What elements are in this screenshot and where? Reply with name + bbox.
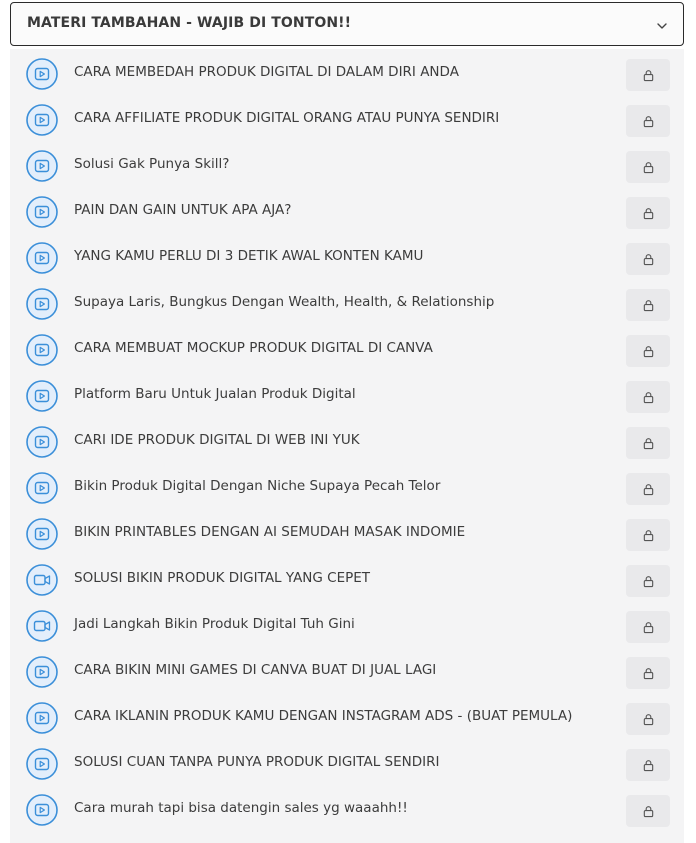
lock-button[interactable] — [626, 611, 670, 643]
chevron-down-icon[interactable] — [655, 19, 669, 33]
lock-icon — [642, 529, 655, 542]
video-camera-icon — [26, 564, 58, 596]
lesson-title: CARA IKLANIN PRODUK KAMU DENGAN INSTAGRA… — [74, 708, 573, 724]
lesson-item[interactable]: PAIN DAN GAIN UNTUK APA AJA? — [10, 187, 684, 233]
section-title: MATERI TAMBAHAN - WAJIB DI TONTON!! — [27, 15, 352, 31]
lesson-panel: CARA MEMBEDAH PRODUK DIGITAL DI DALAM DI… — [10, 49, 684, 843]
lock-icon — [642, 713, 655, 726]
lock-icon — [642, 667, 655, 680]
lock-button[interactable] — [626, 335, 670, 367]
lesson-title: SOLUSI CUAN TANPA PUNYA PRODUK DIGITAL S… — [74, 754, 440, 770]
lock-button[interactable] — [626, 427, 670, 459]
lesson-item[interactable]: CARA IKLANIN PRODUK KAMU DENGAN INSTAGRA… — [10, 693, 684, 739]
lock-icon — [642, 621, 655, 634]
lock-icon — [642, 437, 655, 450]
lesson-item[interactable]: Supaya Laris, Bungkus Dengan Wealth, Hea… — [10, 279, 684, 325]
play-circle-icon — [26, 104, 58, 136]
video-camera-icon — [26, 610, 58, 642]
lesson-title: Cara murah tapi bisa datengin sales yg w… — [74, 800, 408, 816]
lock-button[interactable] — [626, 565, 670, 597]
lock-icon — [642, 299, 655, 312]
lesson-title: CARI IDE PRODUK DIGITAL DI WEB INI YUK — [74, 432, 360, 448]
lesson-item[interactable]: CARA MEMBUAT MOCKUP PRODUK DIGITAL DI CA… — [10, 325, 684, 371]
lock-icon — [642, 805, 655, 818]
lock-button[interactable] — [626, 105, 670, 137]
lesson-title: Solusi Gak Punya Skill? — [74, 156, 230, 172]
lock-icon — [642, 391, 655, 404]
lesson-item[interactable]: Bikin Produk Digital Dengan Niche Supaya… — [10, 463, 684, 509]
lesson-item[interactable]: CARA AFFILIATE PRODUK DIGITAL ORANG ATAU… — [10, 95, 684, 141]
play-circle-icon — [26, 748, 58, 780]
play-circle-icon — [26, 242, 58, 274]
lock-button[interactable] — [626, 381, 670, 413]
lock-button[interactable] — [626, 289, 670, 321]
lock-button[interactable] — [626, 519, 670, 551]
play-circle-icon — [26, 58, 58, 90]
lock-icon — [642, 345, 655, 358]
lesson-title: SOLUSI BIKIN PRODUK DIGITAL YANG CEPET — [74, 570, 371, 586]
play-circle-icon — [26, 380, 58, 412]
play-circle-icon — [26, 288, 58, 320]
lesson-title: YANG KAMU PERLU DI 3 DETIK AWAL KONTEN K… — [74, 248, 424, 264]
lesson-title: Platform Baru Untuk Jualan Produk Digita… — [74, 386, 356, 402]
lock-icon — [642, 69, 655, 82]
lock-icon — [642, 575, 655, 588]
lesson-title: BIKIN PRINTABLES DENGAN AI SEMUDAH MASAK… — [74, 524, 466, 540]
lesson-item[interactable]: YANG KAMU PERLU DI 3 DETIK AWAL KONTEN K… — [10, 233, 684, 279]
lesson-title: Bikin Produk Digital Dengan Niche Supaya… — [74, 478, 441, 494]
lock-icon — [642, 207, 655, 220]
lock-button[interactable] — [626, 197, 670, 229]
play-circle-icon — [26, 794, 58, 826]
lock-icon — [642, 161, 655, 174]
play-circle-icon — [26, 196, 58, 228]
lesson-title: Supaya Laris, Bungkus Dengan Wealth, Hea… — [74, 294, 495, 310]
lesson-title: CARA AFFILIATE PRODUK DIGITAL ORANG ATAU… — [74, 110, 500, 126]
play-circle-icon — [26, 518, 58, 550]
lock-button[interactable] — [626, 59, 670, 91]
lesson-item[interactable]: CARA MEMBEDAH PRODUK DIGITAL DI DALAM DI… — [10, 49, 684, 95]
lock-button[interactable] — [626, 473, 670, 505]
lesson-item[interactable]: Platform Baru Untuk Jualan Produk Digita… — [10, 371, 684, 417]
lesson-item[interactable]: SOLUSI BIKIN PRODUK DIGITAL YANG CEPET — [10, 555, 684, 601]
lock-icon — [642, 115, 655, 128]
lock-icon — [642, 483, 655, 496]
lesson-item[interactable]: SOLUSI CUAN TANPA PUNYA PRODUK DIGITAL S… — [10, 739, 684, 785]
play-circle-icon — [26, 334, 58, 366]
lock-button[interactable] — [626, 795, 670, 827]
play-circle-icon — [26, 472, 58, 504]
lesson-title: Jadi Langkah Bikin Produk Digital Tuh Gi… — [74, 616, 355, 632]
lock-button[interactable] — [626, 151, 670, 183]
play-circle-icon — [26, 656, 58, 688]
lesson-title: CARA MEMBEDAH PRODUK DIGITAL DI DALAM DI… — [74, 64, 459, 80]
play-circle-icon — [26, 426, 58, 458]
lesson-title: CARA MEMBUAT MOCKUP PRODUK DIGITAL DI CA… — [74, 340, 433, 356]
lock-button[interactable] — [626, 703, 670, 735]
lesson-item[interactable]: Cara murah tapi bisa datengin sales yg w… — [10, 785, 684, 831]
lesson-title: PAIN DAN GAIN UNTUK APA AJA? — [74, 202, 292, 218]
lock-icon — [642, 253, 655, 266]
lock-button[interactable] — [626, 243, 670, 275]
lock-icon — [642, 759, 655, 772]
lock-button[interactable] — [626, 657, 670, 689]
lesson-item[interactable]: CARA BIKIN MINI GAMES DI CANVA BUAT DI J… — [10, 647, 684, 693]
lesson-item[interactable]: CARI IDE PRODUK DIGITAL DI WEB INI YUK — [10, 417, 684, 463]
section-header[interactable]: MATERI TAMBAHAN - WAJIB DI TONTON!! — [10, 2, 684, 46]
play-circle-icon — [26, 702, 58, 734]
lock-button[interactable] — [626, 749, 670, 781]
lesson-accordion: MATERI TAMBAHAN - WAJIB DI TONTON!! CARA… — [0, 0, 696, 843]
play-circle-icon — [26, 150, 58, 182]
lesson-item[interactable]: Solusi Gak Punya Skill? — [10, 141, 684, 187]
lesson-item[interactable]: BIKIN PRINTABLES DENGAN AI SEMUDAH MASAK… — [10, 509, 684, 555]
lesson-title: CARA BIKIN MINI GAMES DI CANVA BUAT DI J… — [74, 662, 437, 678]
lesson-item[interactable]: Jadi Langkah Bikin Produk Digital Tuh Gi… — [10, 601, 684, 647]
